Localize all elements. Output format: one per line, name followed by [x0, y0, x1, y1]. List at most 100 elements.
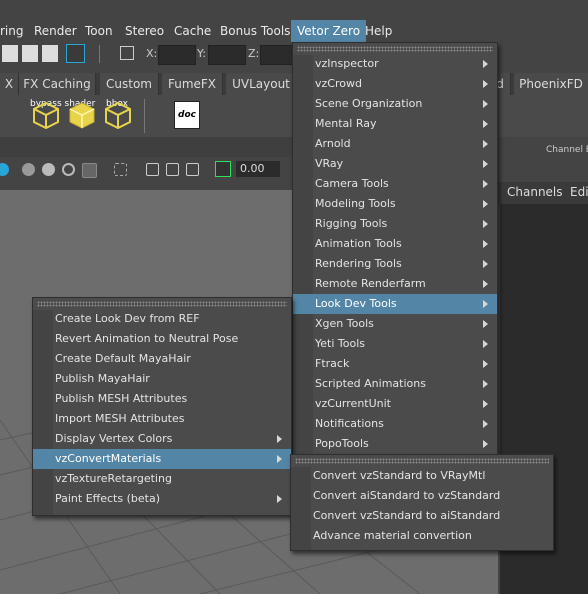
menu-item-publish-mesh-attributes[interactable]: Publish MESH Attributes: [33, 389, 291, 409]
shelf-tab-fumefx[interactable]: FumeFX: [162, 73, 223, 95]
exposure-field[interactable]: 0.00: [236, 161, 280, 177]
y-label: Y:: [197, 47, 206, 60]
ipr-render-icon[interactable]: [22, 45, 38, 62]
menu-item-revert-animation-to-neutral-pose[interactable]: Revert Animation to Neutral Pose: [33, 329, 291, 349]
grid-icon[interactable]: [186, 163, 199, 176]
menu-item-rendering-tools[interactable]: Rendering Tools: [293, 254, 497, 274]
menu-item-look-dev-tools[interactable]: Look Dev Tools: [293, 294, 497, 314]
shelf-tab[interactable]: X: [0, 73, 19, 95]
submenu-arrow-icon: [483, 60, 488, 68]
menu-item-rigging-tools[interactable]: Rigging Tools: [293, 214, 497, 234]
shelf-tab-custom[interactable]: Custom: [100, 73, 159, 95]
xray-icon[interactable]: [114, 163, 127, 176]
menu-item-display-vertex-colors[interactable]: Display Vertex Colors: [33, 429, 291, 449]
submenu-arrow-icon: [483, 80, 488, 88]
menu-bonus-tools[interactable]: Bonus Tools: [214, 20, 296, 42]
menu-item-label: Import MESH Attributes: [55, 412, 185, 425]
menu-cache[interactable]: Cache: [168, 20, 217, 42]
menu-item-label: Notifications: [315, 417, 384, 430]
menu-item-label: Arnold: [315, 137, 351, 150]
menu-stereo[interactable]: Stereo: [119, 20, 170, 42]
menu-tear-off[interactable]: [297, 46, 493, 52]
submenu-arrow-icon: [483, 200, 488, 208]
layout-icon[interactable]: [166, 163, 179, 176]
menu-item-vzcurrentunit[interactable]: vzCurrentUnit: [293, 394, 497, 414]
menu-item-vray[interactable]: VRay: [293, 154, 497, 174]
shelf-tab-phoenixfd[interactable]: PhoenixFD: [514, 73, 588, 95]
z-field[interactable]: [260, 45, 294, 65]
menu-item-ftrack[interactable]: Ftrack: [293, 354, 497, 374]
menu-item-convert-vzstandard-to-vraymtl[interactable]: Convert vzStandard to VRayMtl: [291, 466, 553, 486]
isolate-icon[interactable]: [146, 163, 159, 176]
x-field[interactable]: [158, 45, 196, 65]
menu-item-xgen-tools[interactable]: Xgen Tools: [293, 314, 497, 334]
snap-icon[interactable]: [120, 46, 134, 60]
smooth-shade-icon[interactable]: [42, 163, 55, 176]
menu-help[interactable]: Help: [359, 20, 398, 42]
exposure-icon[interactable]: [215, 161, 231, 177]
tab-channels[interactable]: Channels: [507, 185, 563, 199]
submenu-arrow-icon: [483, 320, 488, 328]
render-settings-icon[interactable]: [42, 45, 58, 62]
shelf-tab-fx-caching[interactable]: FX Caching: [19, 73, 96, 95]
hypershade-icon[interactable]: [66, 44, 85, 63]
lighting-icon[interactable]: [82, 163, 97, 178]
menu-item-create-default-mayahair[interactable]: Create Default MayaHair: [33, 349, 291, 369]
submenu-arrow-icon: [483, 100, 488, 108]
tab-edit[interactable]: Edit: [570, 185, 588, 199]
y-field[interactable]: [208, 45, 246, 65]
menu-item-arnold[interactable]: Arnold: [293, 134, 497, 154]
shelf-tab-uvlayout[interactable]: UVLayout: [226, 73, 297, 95]
menu-item-vzcrowd[interactable]: vzCrowd: [293, 74, 497, 94]
menu-item-label: Rendering Tools: [315, 257, 402, 270]
menu-vetor-zero[interactable]: Vetor Zero: [291, 20, 367, 42]
menu-item-paint-effects-beta[interactable]: Paint Effects (beta): [33, 489, 291, 509]
menu-item-mental-ray[interactable]: Mental Ray: [293, 114, 497, 134]
submenu-arrow-icon: [483, 400, 488, 408]
menu-item-publish-mayahair[interactable]: Publish MayaHair: [33, 369, 291, 389]
menu-tear-off[interactable]: [37, 301, 287, 307]
bypass-shader-cube-icon[interactable]: [32, 101, 60, 129]
main-menubar: ring Render Toon Stereo Cache Bonus Tool…: [0, 20, 588, 43]
menu-item-popotools[interactable]: PopoTools: [293, 434, 497, 454]
render-clapper-icon[interactable]: [2, 45, 18, 62]
menu-item-vztextureretargeting[interactable]: vzTextureRetargeting: [33, 469, 291, 489]
menu-item-convert-vzstandard-to-aistandard[interactable]: Convert vzStandard to aiStandard: [291, 506, 553, 526]
menu-item-vzconvertmaterials[interactable]: vzConvertMaterials: [33, 449, 291, 469]
menu-item-vzinspector[interactable]: vzInspector: [293, 54, 497, 74]
menu-item-label: Animation Tools: [315, 237, 402, 250]
menu-item-modeling-tools[interactable]: Modeling Tools: [293, 194, 497, 214]
wireframe-icon[interactable]: [22, 163, 35, 176]
menu-item-camera-tools[interactable]: Camera Tools: [293, 174, 497, 194]
menu-item-advance-material-convertion[interactable]: Advance material convertion: [291, 526, 553, 546]
submenu-arrow-icon: [483, 260, 488, 268]
menu-item-label: Scene Organization: [315, 97, 423, 110]
submenu-arrow-icon: [483, 300, 488, 308]
menu-item-label: Publish MayaHair: [55, 372, 150, 385]
textured-icon[interactable]: [62, 163, 75, 176]
menu-render[interactable]: Render: [28, 20, 83, 42]
submenu-arrow-icon: [483, 220, 488, 228]
submenu-arrow-icon: [277, 495, 282, 503]
menu-tear-off[interactable]: [295, 458, 549, 464]
menu-rigging[interactable]: ring: [0, 20, 30, 42]
menu-item-convert-aistandard-to-vzstandard[interactable]: Convert aiStandard to vzStandard: [291, 486, 553, 506]
menu-item-scripted-animations[interactable]: Scripted Animations: [293, 374, 497, 394]
menu-item-remote-renderfarm[interactable]: Remote Renderfarm: [293, 274, 497, 294]
menu-item-label: Convert aiStandard to vzStandard: [313, 489, 501, 502]
shaded-cube-icon[interactable]: [68, 101, 96, 129]
menu-item-scene-organization[interactable]: Scene Organization: [293, 94, 497, 114]
bbox-cube-icon[interactable]: [104, 101, 132, 129]
doc-icon[interactable]: doc: [174, 101, 200, 129]
menu-item-label: Revert Animation to Neutral Pose: [55, 332, 239, 345]
z-label: Z:: [248, 47, 260, 60]
menu-item-label: vzTextureRetargeting: [55, 472, 172, 485]
camera-attributes-icon[interactable]: [0, 163, 9, 176]
menu-item-notifications[interactable]: Notifications: [293, 414, 497, 434]
menu-item-yeti-tools[interactable]: Yeti Tools: [293, 334, 497, 354]
menu-item-import-mesh-attributes[interactable]: Import MESH Attributes: [33, 409, 291, 429]
look-dev-tools-menu: Create Look Dev from REF Revert Animation…: [32, 297, 292, 516]
menu-toon[interactable]: Toon: [79, 20, 119, 42]
menu-item-create-look-dev-from-ref[interactable]: Create Look Dev from REF: [33, 309, 291, 329]
menu-item-animation-tools[interactable]: Animation Tools: [293, 234, 497, 254]
